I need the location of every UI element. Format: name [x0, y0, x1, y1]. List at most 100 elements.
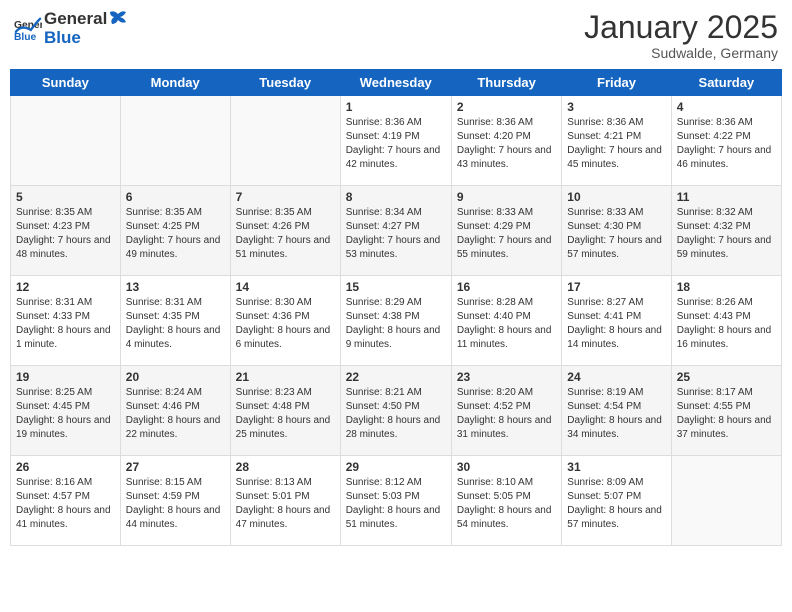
daylight-text: Daylight: 8 hours and 41 minutes.: [16, 505, 111, 530]
sunset-text: Sunset: 5:07 PM: [567, 491, 641, 502]
daylight-text: Daylight: 7 hours and 51 minutes.: [236, 235, 331, 260]
sunset-text: Sunset: 4:57 PM: [16, 491, 90, 502]
day-info: Sunrise: 8:29 AMSunset: 4:38 PMDaylight:…: [346, 296, 446, 352]
logo: General Blue General Blue: [14, 10, 129, 47]
sunrise-text: Sunrise: 8:19 AM: [567, 387, 643, 398]
calendar-cell: 7 Sunrise: 8:35 AM Sunset: 4:26 PM Daylight…: [230, 186, 340, 276]
day-number: 7: [236, 190, 335, 204]
day-number: 5: [16, 190, 115, 204]
sunrise-text: Sunrise: 8:25 AM: [16, 387, 92, 398]
calendar-cell: 13Sunrise: 8:31 AMSunset: 4:35 PMDayligh…: [120, 276, 230, 366]
sunset-text: Sunset: 4:30 PM: [567, 221, 641, 232]
sunset-text: Sunset: 4:36 PM: [236, 311, 310, 322]
sunrise-text: Sunrise: 8:36 AM: [457, 117, 533, 128]
day-info: Sunrise: 8:36 AMSunset: 4:22 PMDaylight:…: [677, 116, 776, 172]
day-number: 21: [236, 370, 335, 384]
day-info: Sunrise: 8:34 AMSunset: 4:27 PMDaylight:…: [346, 206, 446, 262]
sunrise-text: Sunrise: 8:12 AM: [346, 477, 422, 488]
sunrise-text: Sunrise: 8:36 AM: [346, 117, 422, 128]
calendar-week-row: 12Sunrise: 8:31 AMSunset: 4:33 PMDayligh…: [11, 276, 782, 366]
day-info: Sunrise: 8:36 AMSunset: 4:21 PMDaylight:…: [567, 116, 665, 172]
calendar-cell: 3Sunrise: 8:36 AMSunset: 4:21 PMDaylight…: [562, 96, 671, 186]
day-number: 28: [236, 460, 335, 474]
sunset-text: Sunset: 4:43 PM: [677, 311, 751, 322]
sunset-text: Sunset: 4:59 PM: [126, 491, 200, 502]
calendar-cell: 8Sunrise: 8:34 AMSunset: 4:27 PMDaylight…: [340, 186, 451, 276]
day-info: Sunrise: 8:31 AMSunset: 4:35 PMDaylight:…: [126, 296, 225, 352]
sunset-text: Sunset: 4:26 PM: [236, 221, 310, 232]
sunset-text: Sunset: 4:48 PM: [236, 401, 310, 412]
day-info: Sunrise: 8:25 AM Sunset: 4:45 PM Daylight:…: [16, 386, 115, 442]
daylight-text: Daylight: 7 hours and 46 minutes.: [677, 145, 772, 170]
daylight-text: Daylight: 7 hours and 59 minutes.: [677, 235, 772, 260]
calendar-subtitle: Sudwalde, Germany: [584, 45, 778, 61]
sunset-text: Sunset: 4:38 PM: [346, 311, 420, 322]
daylight-text: Daylight: 8 hours and 16 minutes.: [677, 325, 772, 350]
sunrise-text: Sunrise: 8:28 AM: [457, 297, 533, 308]
sunset-text: Sunset: 5:05 PM: [457, 491, 531, 502]
calendar-cell: 12Sunrise: 8:31 AMSunset: 4:33 PMDayligh…: [11, 276, 121, 366]
sunset-text: Sunset: 5:03 PM: [346, 491, 420, 502]
sunset-text: Sunset: 4:45 PM: [16, 401, 90, 412]
weekday-header-thursday: Thursday: [451, 70, 561, 96]
sunset-text: Sunset: 4:40 PM: [457, 311, 531, 322]
page-header: General Blue General Blue January 2025 S…: [10, 10, 782, 61]
calendar-week-row: 19Sunrise: 8:25 AMSunset: 4:45 PMDayligh…: [11, 366, 782, 456]
daylight-text: Daylight: 8 hours and 11 minutes.: [457, 325, 552, 350]
sunset-text: Sunset: 4:22 PM: [677, 131, 751, 142]
calendar-cell: 23Sunrise: 8:20 AMSunset: 4:52 PMDayligh…: [451, 366, 561, 456]
logo-bird-icon: [108, 10, 128, 28]
day-number: 4: [677, 100, 776, 114]
day-info: Sunrise: 8:12 AMSunset: 5:03 PMDaylight:…: [346, 476, 446, 532]
calendar-cell: 20Sunrise: 8:24 AMSunset: 4:46 PMDayligh…: [120, 366, 230, 456]
sunrise-text: Sunrise: 8:35 AM: [236, 207, 312, 218]
daylight-text: Daylight: 8 hours and 31 minutes.: [457, 415, 552, 440]
calendar-cell: 18Sunrise: 8:26 AMSunset: 4:43 PMDayligh…: [671, 276, 781, 366]
day-info: Sunrise: 8:13 AMSunset: 5:01 PMDaylight:…: [236, 476, 335, 532]
calendar-table: SundayMondayTuesdayWednesdayThursdayFrid…: [10, 69, 782, 546]
sunrise-text: Sunrise: 8:30 AM: [236, 297, 312, 308]
calendar-cell: 11Sunrise: 8:32 AMSunset: 4:32 PMDayligh…: [671, 186, 781, 276]
day-number: 10: [567, 190, 665, 204]
day-info: Sunrise: 8:35 AMSunset: 4:23 PMDaylight:…: [16, 206, 115, 262]
sunrise-text: Sunrise: 8:23 AM: [236, 387, 312, 398]
calendar-week-row: 26Sunrise: 8:16 AMSunset: 4:57 PMDayligh…: [11, 456, 782, 546]
daylight-text: Daylight: 8 hours and 37 minutes.: [677, 415, 772, 440]
calendar-cell: 25Sunrise: 8:17 AMSunset: 4:55 PMDayligh…: [671, 366, 781, 456]
daylight-text: Daylight: 8 hours and 19 minutes.: [16, 415, 111, 440]
sunrise-text: Sunrise: 8:34 AM: [346, 207, 422, 218]
calendar-cell: [671, 456, 781, 546]
svg-text:Blue: Blue: [14, 32, 37, 43]
day-number: 29: [346, 460, 446, 474]
sunrise-text: Sunrise: 8:13 AM: [236, 477, 312, 488]
daylight-text: Daylight: 8 hours and 28 minutes.: [346, 415, 441, 440]
day-info: Sunrise: 8:24 AMSunset: 4:46 PMDaylight:…: [126, 386, 225, 442]
day-number: 26: [16, 460, 115, 474]
sunset-text: Sunset: 4:29 PM: [457, 221, 531, 232]
daylight-text: Daylight: 8 hours and 1 minute.: [16, 325, 111, 350]
day-info: Sunrise: 8:33 AMSunset: 4:30 PMDaylight:…: [567, 206, 665, 262]
sunrise-text: Sunrise: 8:35 AM: [126, 207, 202, 218]
calendar-cell: 30Sunrise: 8:10 AMSunset: 5:05 PMDayligh…: [451, 456, 561, 546]
daylight-text: Daylight: 8 hours and 6 minutes.: [236, 325, 331, 350]
day-info: Sunrise: 8:15 AMSunset: 4:59 PMDaylight:…: [126, 476, 225, 532]
sunset-text: Sunset: 4:50 PM: [346, 401, 420, 412]
calendar-cell: 15Sunrise: 8:29 AMSunset: 4:38 PMDayligh…: [340, 276, 451, 366]
sunrise-text: Sunrise: 8:17 AM: [677, 387, 753, 398]
daylight-text: Daylight: 8 hours and 54 minutes.: [457, 505, 552, 530]
day-number: 14: [236, 280, 335, 294]
calendar-cell: 31Sunrise: 8:09 AMSunset: 5:07 PMDayligh…: [562, 456, 671, 546]
daylight-text: Daylight: 7 hours and 53 minutes.: [346, 235, 441, 260]
day-number: 25: [677, 370, 776, 384]
daylight-text: Daylight: 7 hours and 49 minutes.: [126, 235, 221, 260]
sunrise-text: Sunrise: 8:15 AM: [126, 477, 202, 488]
day-info: Sunrise: 8:35 AMSunset: 4:25 PMDaylight:…: [126, 206, 225, 262]
daylight-text: Daylight: 8 hours and 34 minutes.: [567, 415, 662, 440]
daylight-text: Daylight: 7 hours and 57 minutes.: [567, 235, 662, 260]
weekday-header-friday: Friday: [562, 70, 671, 96]
weekday-header-sunday: Sunday: [11, 70, 121, 96]
day-info: Sunrise: 8:10 AMSunset: 5:05 PMDaylight:…: [457, 476, 556, 532]
sunrise-text: Sunrise: 8:31 AM: [126, 297, 202, 308]
day-info: Sunrise: 8:19 AMSunset: 4:54 PMDaylight:…: [567, 386, 665, 442]
weekday-header-monday: Monday: [120, 70, 230, 96]
